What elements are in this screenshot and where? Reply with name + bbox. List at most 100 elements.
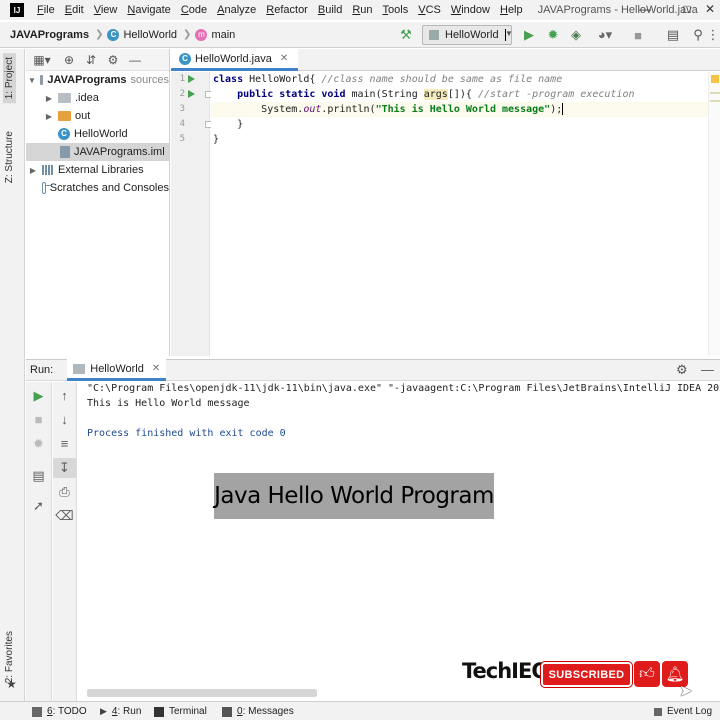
collapse-all-icon[interactable]: ⇵ — [80, 53, 102, 67]
editor-scrollbar[interactable] — [708, 72, 720, 356]
code-editor[interactable]: class HelloWorld{ //class name should be… — [211, 72, 708, 356]
run-toolbar-primary: ▶ ■ ✹ ▤ ➚ — [26, 382, 52, 701]
line-number: 2 — [179, 89, 185, 99]
up-arrow-icon[interactable]: ↑ — [53, 388, 76, 403]
code-keyword: class — [213, 74, 244, 85]
menu-edit[interactable]: Edit — [60, 0, 89, 20]
run-panel-header: Run: HelloWorld ✕ ⚙ — — [26, 359, 720, 381]
run-tab-helloworld[interactable]: HelloWorld ✕ — [67, 359, 167, 381]
code-line-1: class HelloWorld{ //class name should be… — [213, 72, 562, 87]
chevron-right-icon: ❯ — [95, 29, 104, 40]
project-tool-tab[interactable]: 1: Project — [3, 53, 16, 104]
pin-icon[interactable]: ➚ — [26, 498, 51, 514]
soft-wrap-icon[interactable]: ≡ — [53, 436, 76, 451]
java-class-icon: C — [179, 52, 191, 65]
breadcrumb-class[interactable]: HelloWorld — [123, 29, 177, 41]
menu-code[interactable]: Code — [176, 0, 212, 20]
menu-help[interactable]: Help — [495, 0, 528, 20]
like-thumb-icon[interactable]: 👍︎ — [634, 661, 660, 687]
tree-item-out[interactable]: ▶ out — [26, 107, 169, 125]
stop-icon[interactable]: ■ — [630, 26, 646, 44]
run-icon[interactable]: ▶ — [521, 26, 537, 44]
chevron-down-icon[interactable]: ▼ — [28, 76, 36, 85]
build-hammer-icon[interactable]: ⚒ — [398, 26, 414, 44]
messages-icon — [222, 706, 232, 717]
hide-panel-icon[interactable]: — — [124, 53, 146, 67]
breadcrumb-project[interactable]: JAVAPrograms — [10, 29, 89, 41]
chevron-right-icon[interactable]: ▶ — [44, 94, 54, 103]
inspection-status-icon[interactable] — [711, 75, 719, 83]
close-window-icon[interactable]: ✕ — [700, 0, 720, 20]
tree-item-label: Scratches and Consoles — [49, 182, 169, 194]
editor-tab-helloworld[interactable]: C HelloWorld.java ✕ — [171, 49, 299, 71]
tree-item-label: HelloWorld — [74, 128, 128, 140]
menu-tools[interactable]: Tools — [378, 0, 414, 20]
menu-file[interactable]: File — [32, 0, 60, 20]
run-class-icon[interactable] — [188, 75, 195, 83]
terminal-tool-button[interactable]: Terminal — [154, 704, 207, 719]
project-view-select[interactable]: ▦▾ — [26, 53, 58, 67]
messages-tool-button[interactable]: 0: Messages — [222, 704, 294, 719]
debug-bug-icon[interactable]: ✹ — [26, 436, 51, 452]
code-string: "This is Hello World message" — [375, 104, 551, 115]
line-number: 3 — [179, 104, 185, 114]
event-log-button[interactable]: Event Log — [654, 704, 712, 719]
menu-run[interactable]: Run — [347, 0, 377, 20]
menu-vcs[interactable]: VCS — [413, 0, 446, 20]
chevron-right-icon[interactable]: ▶ — [44, 112, 54, 121]
run-tool-button[interactable]: ▶ 4: Run — [100, 704, 141, 719]
project-structure-icon[interactable]: ▤ — [665, 26, 681, 44]
chevron-right-icon[interactable]: ▶ — [28, 166, 38, 175]
subscribe-button[interactable]: SUBSCRIBED — [540, 661, 633, 688]
hide-panel-icon[interactable]: — — [701, 362, 714, 377]
menu-build[interactable]: Build — [313, 0, 347, 20]
structure-tool-tab[interactable]: Z: Structure — [3, 127, 16, 187]
layout-icon[interactable]: ▤ — [26, 468, 51, 484]
gear-icon[interactable]: ⚙ — [676, 362, 688, 378]
scroll-to-end-icon[interactable]: ↧ — [53, 458, 76, 478]
rerun-icon[interactable]: ▶ — [26, 388, 51, 404]
run-icon: ▶ — [100, 706, 107, 716]
tree-item-iml[interactable]: JAVAPrograms.iml — [26, 143, 169, 161]
close-tab-icon[interactable]: ✕ — [280, 53, 288, 64]
menu-navigate[interactable]: Navigate — [122, 0, 175, 20]
stop-icon[interactable]: ■ — [26, 412, 51, 427]
search-everywhere-icon[interactable]: ⚲ — [690, 26, 706, 44]
todo-tool-button[interactable]: 6: TODO — [32, 704, 87, 719]
code-field: out — [303, 104, 322, 115]
profile-icon[interactable]: ◕▾ — [592, 26, 618, 44]
code-text: } — [213, 134, 220, 145]
tree-item-scratches[interactable]: Scratches and Consoles — [26, 179, 169, 197]
down-arrow-icon[interactable]: ↓ — [53, 412, 76, 427]
more-icon[interactable]: ⋮ — [706, 26, 720, 44]
console-line-output: This is Hello World message — [87, 398, 250, 409]
close-tab-icon[interactable]: ✕ — [152, 363, 160, 374]
menu-analyze[interactable]: Analyze — [212, 0, 261, 20]
minimize-icon[interactable]: — — [630, 0, 660, 20]
run-configuration-select[interactable]: HelloWorld ▼ — [422, 25, 513, 45]
tree-item-idea[interactable]: ▶ .idea — [26, 89, 169, 107]
tree-item-external-libraries[interactable]: ▶ External Libraries — [26, 161, 169, 179]
coverage-icon[interactable]: ◈ — [568, 26, 584, 44]
menu-view[interactable]: View — [89, 0, 123, 20]
folder-icon — [58, 93, 71, 103]
editor-gutter: 1 2 3 4 5 — [171, 72, 212, 356]
run-main-icon[interactable] — [188, 90, 195, 98]
trash-icon[interactable]: ⌫ — [53, 508, 76, 524]
debug-icon[interactable]: ✹ — [545, 26, 561, 44]
console-output[interactable]: "C:\Program Files\openjdk-11\jdk-11\bin\… — [78, 382, 720, 701]
tree-item-helloworld[interactable]: C HelloWorld — [26, 125, 169, 143]
scroll-marker — [710, 100, 720, 102]
menu-window[interactable]: Window — [446, 0, 495, 20]
maximize-icon[interactable]: □ — [672, 0, 702, 20]
gear-icon[interactable]: ⚙ — [102, 53, 124, 67]
messages-label: : Messages — [242, 706, 294, 717]
tree-item-project-root[interactable]: ▼ JAVAPrograms sources — [26, 71, 169, 89]
console-horizontal-scrollbar[interactable] — [87, 689, 317, 697]
breadcrumb-method[interactable]: main — [211, 29, 235, 41]
menu-refactor[interactable]: Refactor — [261, 0, 313, 20]
print-icon[interactable]: ⎙ — [53, 484, 76, 500]
locate-file-icon[interactable]: ⊕ — [58, 53, 80, 67]
event-log-icon — [654, 707, 662, 716]
